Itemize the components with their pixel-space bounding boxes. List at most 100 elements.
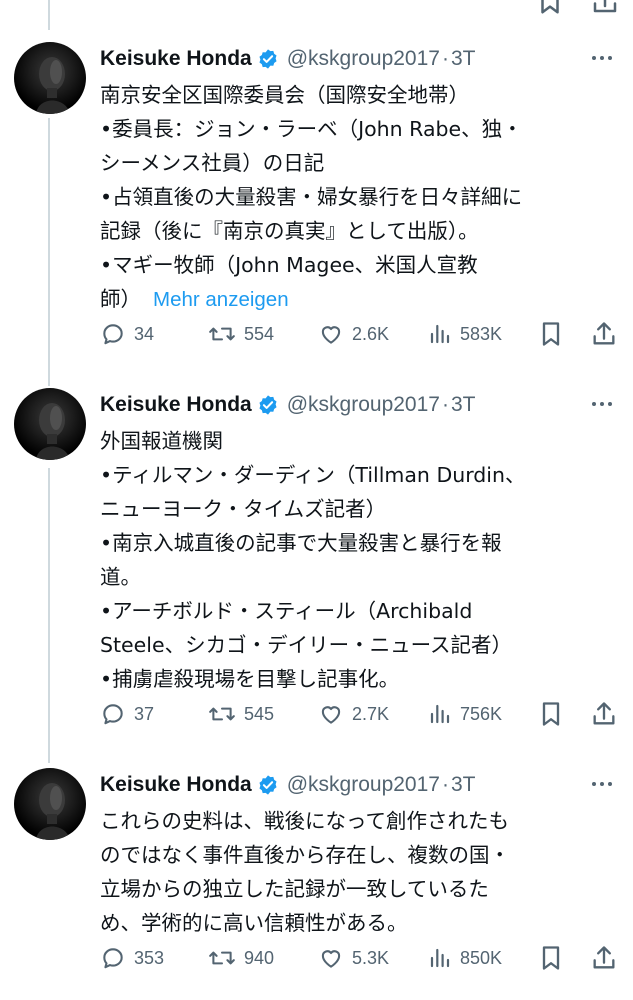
tweet-line: •ティルマン・ダーディン（Tillman Durdin、 [100, 463, 526, 487]
share-icon[interactable] [590, 943, 618, 973]
repost-button[interactable]: 940 [208, 942, 274, 974]
share-icon[interactable] [590, 0, 620, 16]
tweet-line: 外国報道機関 [100, 429, 223, 453]
show-more-link[interactable]: Mehr anzeigen [153, 288, 289, 311]
repost-icon [209, 327, 235, 341]
tweet-action-bar: 353 940 5.3K 850K [100, 942, 620, 974]
author-name[interactable]: Keisuke Honda [100, 773, 252, 797]
repost-button[interactable]: 545 [208, 698, 274, 730]
avatar[interactable] [14, 42, 86, 114]
tweet-header: Keisuke Honda @kskgroup2017 · 3T [100, 44, 475, 74]
views-button[interactable]: 850K [428, 942, 502, 974]
like-count: 2.7K [352, 703, 390, 724]
tweet-line: Steele、シカゴ・デイリー・ニュース記者） [100, 633, 513, 657]
views-button[interactable]: 583K [428, 318, 502, 350]
timestamp[interactable]: 3T [451, 47, 476, 71]
thread-line [48, 0, 50, 30]
reply-count: 353 [134, 947, 165, 968]
avatar-photo [36, 783, 70, 840]
reply-button[interactable]: 37 [100, 698, 154, 730]
repost-icon [209, 951, 235, 965]
tweet-text: 外国報道機関 •ティルマン・ダーディン（Tillman Durdin、 ニューヨ… [100, 424, 610, 696]
reply-icon [103, 324, 123, 345]
tweet-line: 立場からの独立した記録が一致しているた [100, 877, 489, 901]
tweet[interactable]: Keisuke Honda @kskgroup2017 · 3T これらの史料は… [0, 768, 633, 1000]
author-handle[interactable]: @kskgroup2017 [287, 47, 440, 71]
repost-button[interactable]: 554 [208, 318, 274, 350]
bookmark-icon[interactable] [535, 0, 565, 16]
repost-count: 545 [244, 703, 275, 724]
tweet-line: ニューヨーク・タイムズ記者） [100, 497, 387, 521]
tweet-line: •捕虜虐殺現場を目撃し記事化。 [100, 667, 400, 691]
views-count: 583K [460, 323, 503, 344]
tweet-line: 道。 [100, 565, 141, 589]
tweet-line: 師） [100, 287, 141, 311]
tweet-line: シーメンス社員）の日記 [100, 151, 325, 175]
author-handle[interactable]: @kskgroup2017 [287, 773, 440, 797]
tweet-text: これらの史料は、戦後になって創作されたも のではなく事件直後から存在し、複数の国… [100, 804, 610, 940]
like-count: 2.6K [352, 323, 390, 344]
timestamp[interactable]: 3T [451, 393, 476, 417]
tweet-line: 南京安全区国際委員会（国際安全地帯） [100, 83, 469, 107]
reply-count: 37 [134, 703, 155, 724]
tweet-line: め、学術的に高い信頼性がある。 [100, 911, 408, 935]
views-icon [430, 704, 450, 724]
previous-tweet-action-bar [0, 0, 633, 16]
avatar[interactable] [14, 768, 86, 840]
views-count: 756K [460, 703, 503, 724]
repost-count: 940 [244, 947, 275, 968]
bookmark-icon[interactable] [537, 943, 565, 973]
reply-count: 34 [134, 323, 155, 344]
more-icon[interactable] [589, 776, 615, 792]
like-button[interactable]: 2.7K [318, 698, 389, 730]
repost-icon [209, 707, 235, 721]
tweet-line: 記録（後に『南京の真実』として出版）。 [100, 219, 479, 243]
reply-icon [103, 948, 123, 969]
tweet-line: •南京入城直後の記事で大量殺害と暴行を報 [100, 531, 502, 555]
reply-icon [103, 704, 123, 725]
like-count: 5.3K [352, 947, 390, 968]
bookmark-icon[interactable] [537, 699, 565, 729]
share-icon[interactable] [590, 319, 618, 349]
tweet-text: 南京安全区国際委員会（国際安全地帯） •委員長：ジョン・ラーベ（John Rab… [100, 78, 610, 317]
more-icon[interactable] [589, 50, 615, 66]
tweet-line: •アーチボルド・スティール（Archibald [100, 599, 473, 623]
avatar[interactable] [14, 388, 86, 460]
tweet-action-bar: 37 545 2.7K 756K [100, 698, 620, 730]
like-button[interactable]: 5.3K [318, 942, 389, 974]
tweet-line: •占領直後の大量殺害・婦女暴行を日々詳細に [100, 185, 523, 209]
views-button[interactable]: 756K [428, 698, 502, 730]
repost-count: 554 [244, 323, 275, 344]
views-count: 850K [460, 947, 503, 968]
tweet-line: •マギー牧師（John Magee、米国人宣教 [100, 253, 478, 277]
more-icon[interactable] [589, 396, 615, 412]
tweet-action-bar: 34 554 2.6K 583K [100, 318, 620, 350]
verified-badge-icon [259, 775, 277, 795]
tweet-line-last: 師） Mehr anzeigen [100, 282, 610, 317]
author-handle[interactable]: @kskgroup2017 [287, 393, 440, 417]
tweet-line: のではなく事件直後から存在し、複数の国・ [100, 843, 510, 867]
views-icon [430, 948, 450, 968]
bookmark-icon[interactable] [537, 319, 565, 349]
heart-icon [321, 950, 341, 968]
tweet-line: これらの史料は、戦後になって創作されたも [100, 809, 509, 833]
avatar-photo [36, 403, 70, 460]
views-icon [430, 324, 450, 344]
avatar-photo [36, 57, 70, 114]
heart-icon [321, 706, 341, 724]
tweet-line: •委員長：ジョン・ラーベ（John Rabe、独・ [100, 117, 523, 141]
verified-badge-icon [259, 49, 277, 69]
like-button[interactable]: 2.6K [318, 318, 389, 350]
author-name[interactable]: Keisuke Honda [100, 393, 252, 417]
reply-button[interactable]: 34 [100, 318, 154, 350]
author-name[interactable]: Keisuke Honda [100, 47, 252, 71]
heart-icon [321, 326, 341, 344]
separator: · [441, 773, 449, 796]
share-icon[interactable] [590, 699, 618, 729]
reply-button[interactable]: 353 [100, 942, 164, 974]
tweet-header: Keisuke Honda @kskgroup2017 · 3T [100, 390, 475, 420]
tweet[interactable]: Keisuke Honda @kskgroup2017 · 3T 外国報道機関 … [0, 388, 633, 743]
timestamp[interactable]: 3T [451, 773, 476, 797]
separator: · [441, 47, 449, 70]
tweet[interactable]: Keisuke Honda @kskgroup2017 · 3T 南京安全区国際… [0, 42, 633, 362]
